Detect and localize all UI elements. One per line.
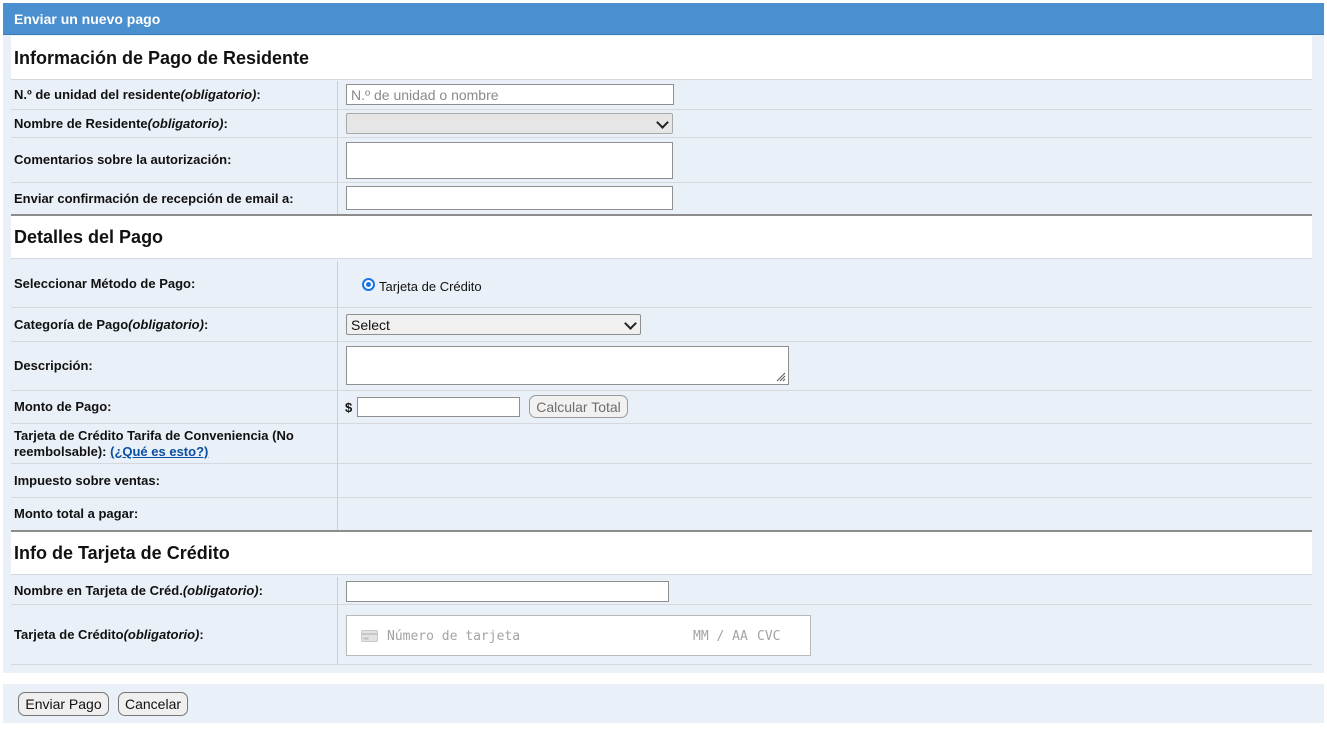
card-name-label: Nombre en Tarjeta de Créd. (obligatorio):	[14, 582, 263, 598]
card-name-input[interactable]	[346, 581, 669, 602]
resident-unit-label: N.º de unidad del residente (obligatorio)…	[14, 87, 261, 102]
resident-unit-input[interactable]	[346, 84, 674, 105]
submit-payment-button[interactable]: Enviar Pago	[18, 692, 109, 716]
card-element[interactable]: Número de tarjeta MM / AA CVC	[346, 615, 811, 656]
amount-label: Monto de Pago:	[14, 399, 112, 414]
convenience-fee-label: Tarjeta de Crédito Tarifa de Convenienci…	[14, 427, 294, 459]
row-total: Monto total a pagar:	[11, 498, 1312, 530]
footer-bar: Enviar Pago Cancelar	[3, 684, 1324, 723]
cancel-button[interactable]: Cancelar	[118, 692, 188, 716]
resize-handle-icon[interactable]	[776, 372, 786, 382]
radio-credit-card-label: Tarjeta de Crédito	[379, 279, 482, 294]
column-divider	[337, 577, 338, 664]
card-cvc-field[interactable]: CVC	[757, 629, 780, 644]
category-select[interactable]: Select	[346, 314, 641, 335]
amount-input[interactable]	[357, 397, 520, 417]
resident-name-select[interactable]	[346, 113, 673, 134]
column-divider	[337, 81, 338, 214]
chevron-down-icon	[656, 115, 669, 129]
card-label: Tarjeta de Crédito (obligatorio):	[14, 626, 204, 642]
email-label: Enviar confirmación de recepción de emai…	[14, 190, 294, 206]
section-title-payment: Detalles del Pago	[11, 214, 1312, 259]
description-label: Descripción:	[14, 358, 93, 373]
category-label: Categoría de Pago (obligatorio):	[14, 316, 209, 332]
section-title-card: Info de Tarjeta de Crédito	[11, 530, 1312, 575]
card-expiry-field[interactable]: MM / AA	[693, 629, 748, 644]
total-label: Monto total a pagar:	[14, 506, 139, 521]
resident-name-label: Nombre de Residente (obligatorio):	[14, 115, 228, 131]
sales-tax-label: Impuesto sobre ventas:	[14, 472, 160, 488]
currency-symbol: $	[345, 400, 353, 415]
row-sales-tax: Impuesto sobre ventas:	[11, 464, 1312, 498]
row-category: Categoría de Pago (obligatorio):	[11, 308, 1312, 342]
card-number-field[interactable]: Número de tarjeta	[387, 629, 520, 644]
credit-card-icon	[361, 630, 378, 642]
column-divider	[337, 261, 338, 530]
payment-method-label: Seleccionar Método de Pago:	[14, 276, 196, 291]
window-title: Enviar un nuevo pago	[3, 3, 1324, 35]
comments-label: Comentarios sobre la autorización:	[14, 152, 232, 167]
what-is-this-link[interactable]: (¿Qué es esto?)	[110, 444, 208, 459]
description-textarea[interactable]	[346, 346, 789, 385]
chevron-down-icon	[624, 316, 637, 330]
section-title-resident: Información de Pago de Residente	[11, 36, 1312, 80]
row-payment-method: Seleccionar Método de Pago:	[11, 261, 1312, 308]
row-amount: Monto de Pago:	[11, 391, 1312, 424]
comments-input[interactable]	[346, 142, 673, 179]
email-input[interactable]	[346, 186, 673, 210]
row-convenience-fee: Tarjeta de Crédito Tarifa de Convenienci…	[11, 424, 1312, 464]
payment-form-panel: Enviar un nuevo pago Información de Pago…	[3, 3, 1324, 673]
radio-credit-card[interactable]	[362, 278, 375, 291]
calculate-total-button[interactable]: Calcular Total	[529, 395, 628, 418]
